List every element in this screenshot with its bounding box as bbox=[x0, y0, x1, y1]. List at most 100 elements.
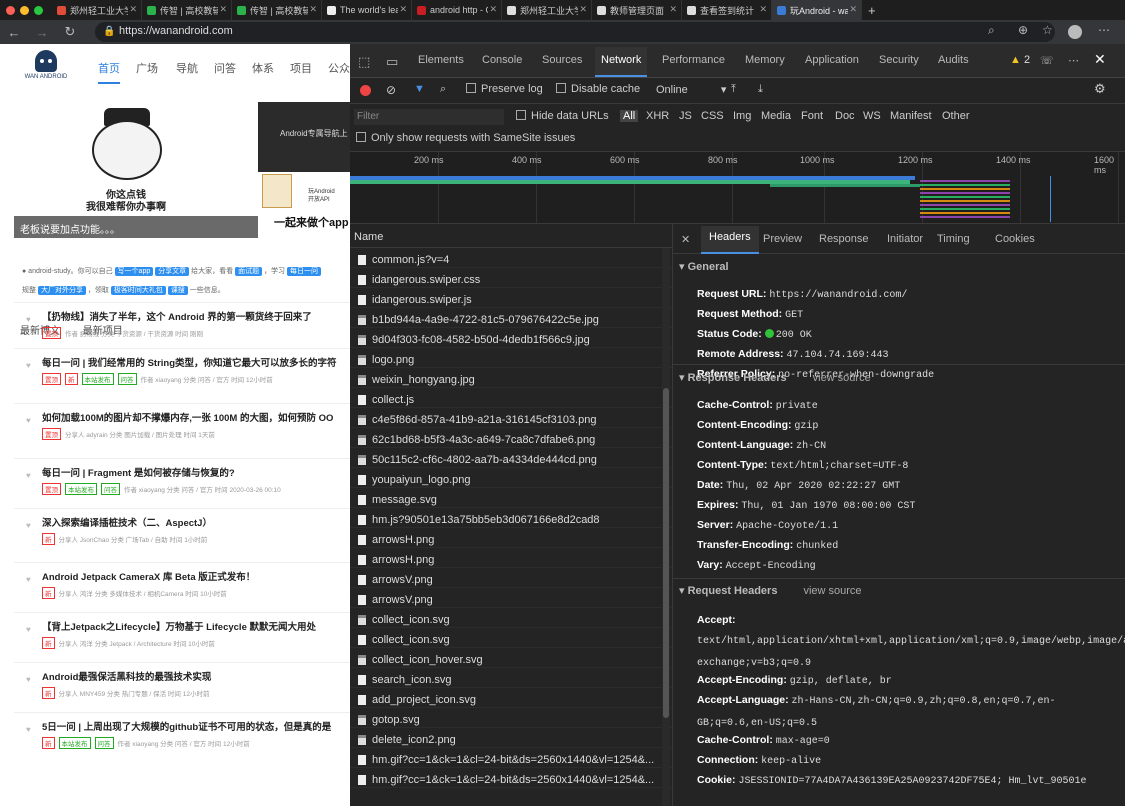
search-network-icon[interactable]: ⌕ bbox=[440, 83, 446, 96]
request-row[interactable]: hm.gif?cc=1&ck=1&cl=24-bit&ds=2560x1440&… bbox=[350, 768, 672, 788]
request-row[interactable]: arrowsV.png bbox=[350, 588, 672, 608]
request-row[interactable]: arrowsH.png bbox=[350, 528, 672, 548]
site-nav-item[interactable]: 导航 bbox=[176, 60, 198, 76]
article-title[interactable]: 每日一问 | 我们经常用的 String类型，你知道它最大可以放多长的字符 bbox=[42, 355, 337, 369]
details-tab-response[interactable]: Response bbox=[819, 233, 869, 245]
scrollbar-thumb[interactable] bbox=[663, 388, 669, 718]
samesite-checkbox[interactable]: Only show requests with SameSite issues bbox=[356, 132, 575, 144]
request-row[interactable]: gotop.svg bbox=[350, 708, 672, 728]
request-row[interactable]: hm.js?90501e13a75bb5eb3d067166e8d2cad8 bbox=[350, 508, 672, 528]
name-column-header[interactable]: Name bbox=[350, 224, 672, 248]
article-title[interactable]: 如何加载100M的图片却不撑爆内存,一张 100M 的大图，如何预防 OO bbox=[42, 410, 333, 424]
request-row[interactable]: hm.gif?cc=1&ck=1&cl=24-bit&ds=2560x1440&… bbox=[350, 748, 672, 768]
devtools-menu-icon[interactable]: ⋯ bbox=[1068, 54, 1079, 67]
article-row[interactable]: ♥ 每日一问 | 我们经常用的 String类型，你知道它最大可以放多长的字符 置顶… bbox=[14, 348, 350, 388]
tab-close-icon[interactable]: ✕ bbox=[669, 4, 677, 15]
intro-link[interactable]: 极客时间大礼包 bbox=[110, 286, 166, 295]
request-row[interactable]: add_project_icon.svg bbox=[350, 688, 672, 708]
favorite-heart-icon[interactable]: ♥ bbox=[26, 625, 31, 634]
minimize-window-icon[interactable] bbox=[20, 5, 29, 15]
close-devtools-icon[interactable]: ✕ bbox=[1094, 51, 1106, 68]
browser-tab[interactable]: 教师管理页面 ✕ bbox=[592, 0, 682, 20]
article-title[interactable]: 每日一问 | Fragment 是如何被存储与恢复的? bbox=[42, 465, 235, 479]
devtools-tab-performance[interactable]: Performance bbox=[662, 54, 725, 66]
close-details-icon[interactable]: ✕ bbox=[681, 233, 690, 246]
intro-link[interactable]: 大厂对外分享 bbox=[37, 286, 86, 295]
details-tab-headers[interactable]: Headers bbox=[701, 226, 759, 254]
view-source-link[interactable]: view source bbox=[813, 372, 871, 384]
close-window-icon[interactable] bbox=[6, 5, 15, 15]
preserve-log-checkbox[interactable]: Preserve log bbox=[466, 83, 543, 95]
request-row[interactable]: idangerous.swiper.js bbox=[350, 288, 672, 308]
site-nav-item[interactable]: 首页 bbox=[98, 60, 120, 84]
request-row[interactable]: idangerous.swiper.css bbox=[350, 268, 672, 288]
request-row[interactable]: message.svg bbox=[350, 488, 672, 508]
intro-link[interactable]: 面试题 bbox=[235, 267, 263, 276]
banner-slide[interactable]: 你这点钱 我很难帮你办事啊 老板说要加点功能。。。 bbox=[14, 100, 258, 238]
import-har-icon[interactable]: ⤒ bbox=[731, 83, 736, 96]
bookmark-star-icon[interactable]: ☆ bbox=[1042, 23, 1053, 37]
devtools-tab-application[interactable]: Application bbox=[805, 54, 859, 66]
filter-type-all[interactable]: All bbox=[620, 110, 639, 122]
request-row[interactable]: logo.png bbox=[350, 348, 672, 368]
filter-funnel-icon[interactable]: ▼ bbox=[414, 83, 425, 95]
request-row[interactable]: collect_icon.svg bbox=[350, 608, 672, 628]
disable-cache-checkbox[interactable]: Disable cache bbox=[556, 83, 640, 95]
filter-type-ws[interactable]: WS bbox=[863, 110, 881, 122]
article-title[interactable]: 【背上Jetpack之Lifecycle】万物基于 Lifecycle 默默无闻… bbox=[42, 619, 316, 633]
intro-link[interactable]: 课搜 bbox=[167, 286, 188, 295]
request-row[interactable]: collect_icon_hover.svg bbox=[350, 648, 672, 668]
devtools-tab-network[interactable]: Network bbox=[595, 47, 648, 77]
request-row[interactable]: delete_icon2.png bbox=[350, 728, 672, 748]
request-row[interactable]: arrowsV.png bbox=[350, 568, 672, 588]
devtools-tab-memory[interactable]: Memory bbox=[745, 54, 785, 66]
filter-type-js[interactable]: JS bbox=[679, 110, 692, 122]
profile-avatar[interactable] bbox=[1068, 25, 1082, 39]
view-source-link[interactable]: view source bbox=[803, 585, 861, 597]
tab-close-icon[interactable]: ✕ bbox=[849, 4, 857, 15]
tab-close-icon[interactable]: ✕ bbox=[489, 4, 497, 15]
site-nav-item[interactable]: 项目 bbox=[290, 60, 312, 76]
feedback-icon[interactable]: ☏ bbox=[1040, 54, 1054, 67]
site-nav-item[interactable]: 广场 bbox=[136, 60, 158, 76]
article-row[interactable]: ♥ 每日一问 | Fragment 是如何被存储与恢复的? 置顶 本站发布 问答 作者 x… bbox=[14, 458, 350, 498]
filter-type-xhr[interactable]: XHR bbox=[646, 110, 669, 122]
general-section-header[interactable]: ▾ General bbox=[679, 260, 729, 273]
favorite-heart-icon[interactable]: ♥ bbox=[26, 416, 31, 425]
filter-type-other[interactable]: Other bbox=[942, 110, 970, 122]
browser-tab[interactable]: 玩Android - wanand✕ bbox=[772, 0, 862, 20]
request-list-scrollbar[interactable] bbox=[662, 248, 670, 806]
tab-close-icon[interactable]: ✕ bbox=[579, 4, 587, 15]
article-row[interactable]: ♥ Android最强保活黑科技的最强技术实现新分享人 MNY459 分类 热门专… bbox=[14, 662, 350, 702]
request-row[interactable]: 50c115c2-cf6c-4802-aa7b-a4334de444cd.png bbox=[350, 448, 672, 468]
filter-type-media[interactable]: Media bbox=[761, 110, 791, 122]
request-row[interactable]: youpaiyun_logo.png bbox=[350, 468, 672, 488]
tab-close-icon[interactable]: ✕ bbox=[129, 4, 137, 15]
article-row[interactable]: ♥ Android Jetpack CameraX 库 Beta 版正式发布！ 新分… bbox=[14, 562, 350, 602]
request-row[interactable]: common.js?v=4 bbox=[350, 248, 672, 268]
more-menu-icon[interactable]: ⋯ bbox=[1098, 23, 1110, 37]
filter-type-manifest[interactable]: Manifest bbox=[890, 110, 932, 122]
export-har-icon[interactable]: ⤓ bbox=[758, 83, 763, 96]
site-logo[interactable]: WAN ANDROID bbox=[24, 50, 68, 80]
article-title[interactable]: Android最强保活黑科技的最强技术实现 bbox=[42, 669, 211, 683]
article-title[interactable]: Android Jetpack CameraX 库 Beta 版正式发布！ bbox=[42, 569, 255, 583]
throttle-select[interactable]: Online ▾ bbox=[656, 83, 726, 96]
request-row[interactable]: arrowsH.png bbox=[350, 548, 672, 568]
reload-icon[interactable]: ↻ bbox=[56, 24, 84, 40]
maximize-window-icon[interactable] bbox=[34, 5, 43, 15]
article-row[interactable]: ♥ 如何加载100M的图片却不撑爆内存,一张 100M 的大图，如何预防 OO 置顶… bbox=[14, 403, 350, 443]
warning-icon[interactable]: ▲ 2 bbox=[1010, 54, 1030, 66]
devtools-tab-security[interactable]: Security bbox=[879, 54, 919, 66]
request-row[interactable]: 62c1bd68-b5f3-4a3c-a649-7ca8c7dfabe6.png bbox=[350, 428, 672, 448]
request-row[interactable]: collect.js bbox=[350, 388, 672, 408]
article-row[interactable]: ♥ 【背上Jetpack之Lifecycle】万物基于 Lifecycle 默默无… bbox=[14, 612, 350, 652]
request-row[interactable]: search_icon.svg bbox=[350, 668, 672, 688]
record-icon[interactable] bbox=[360, 85, 371, 96]
response-headers-section-header[interactable]: ▾ Response Headers view source bbox=[679, 371, 871, 384]
filter-input[interactable]: Filter bbox=[354, 109, 504, 125]
details-tab-preview[interactable]: Preview bbox=[763, 233, 802, 245]
article-title[interactable]: 【扔物线】消失了半年，这个 Android 界的第一颗货终于回来了 bbox=[42, 309, 312, 323]
browser-tab[interactable]: 郑州轻工业大学教学✕ bbox=[52, 0, 142, 20]
tab-close-icon[interactable]: ✕ bbox=[759, 4, 767, 15]
